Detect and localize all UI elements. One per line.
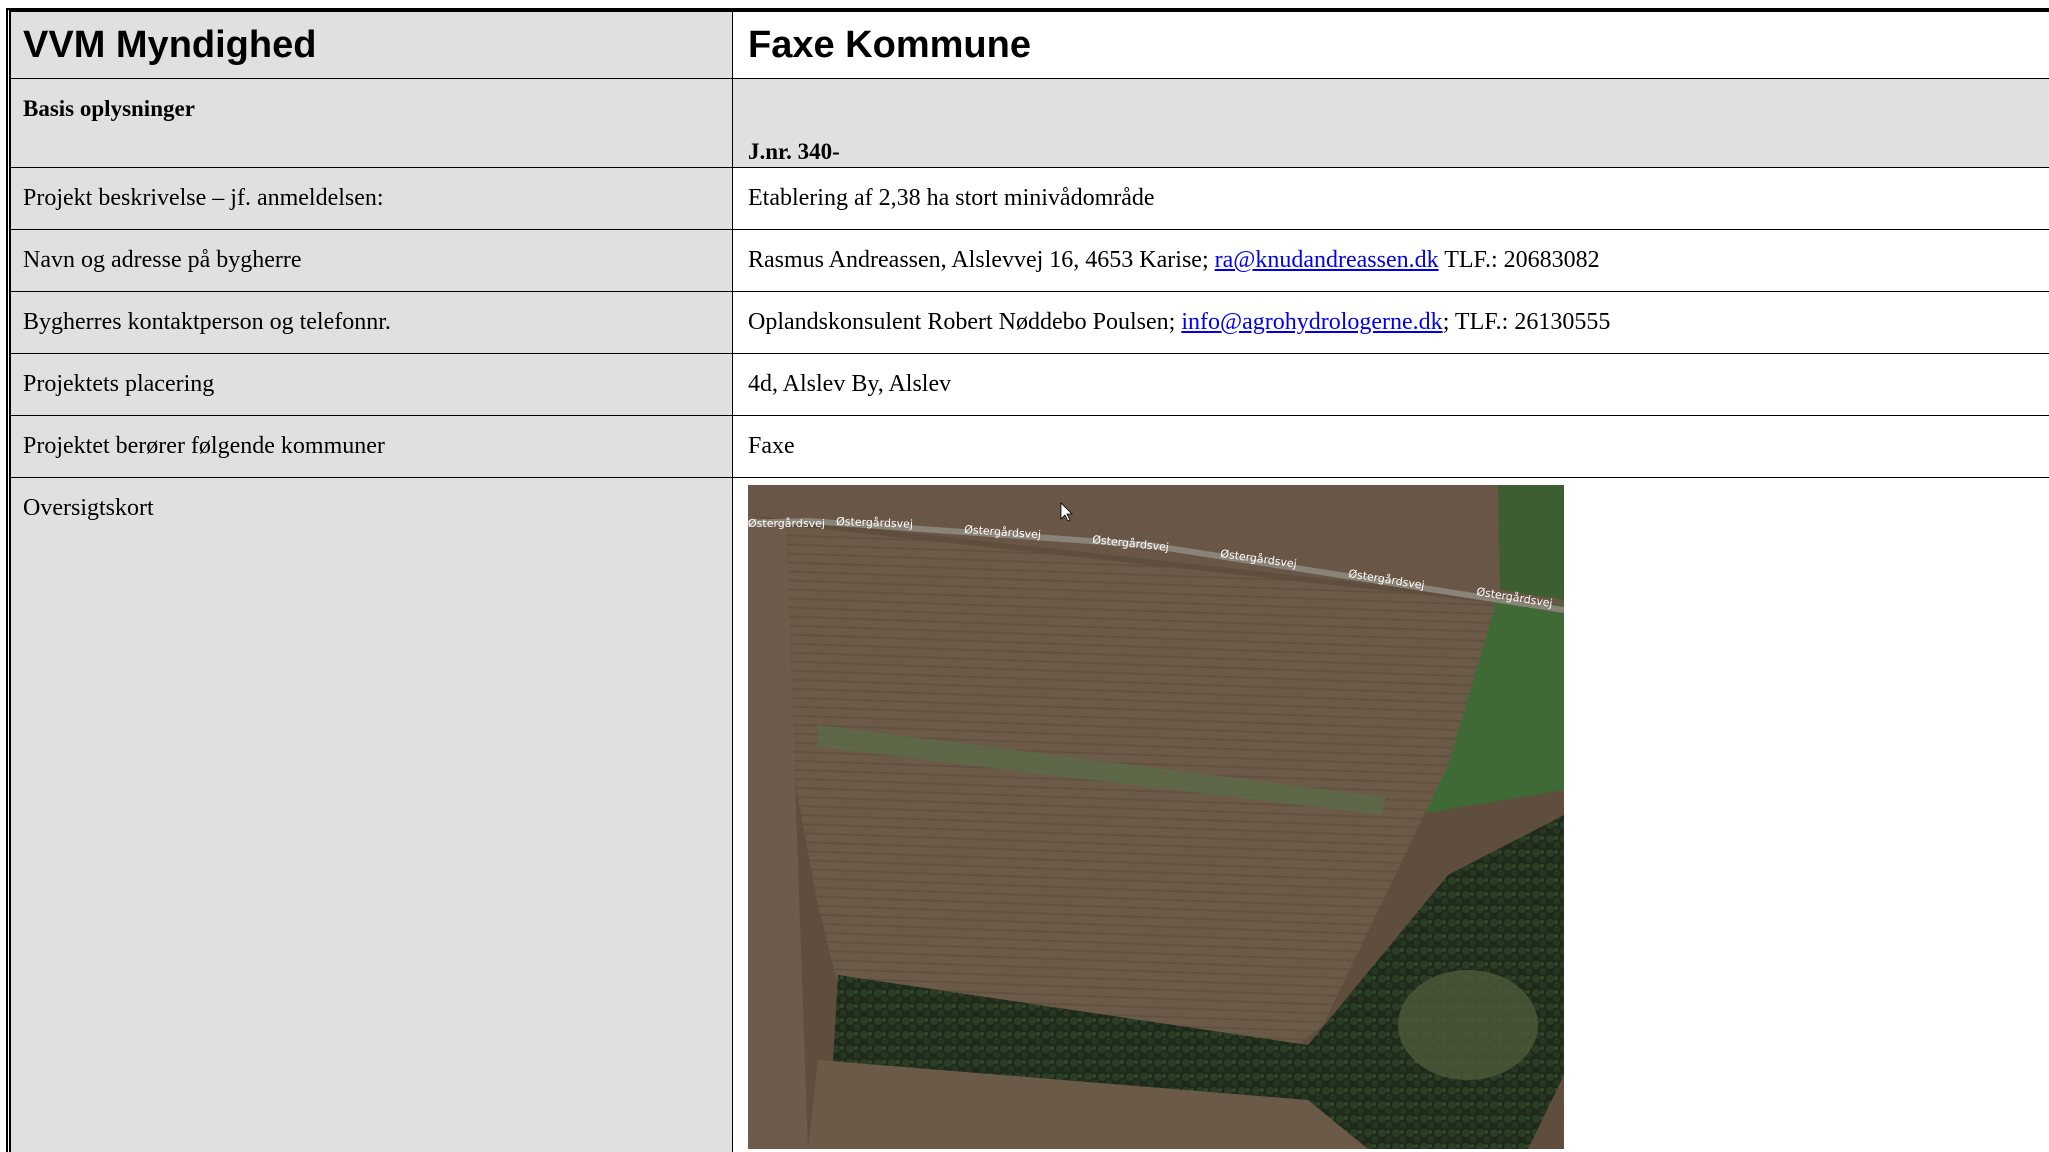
row-value: Faxe bbox=[733, 416, 2049, 477]
municipality-name: Faxe Kommune bbox=[733, 12, 2049, 78]
table-row-municipalities: Projektet berører følgende kommuner Faxe bbox=[11, 416, 2049, 478]
owner-email-link[interactable]: ra@knudandreassen.dk bbox=[1215, 247, 1439, 273]
row-label: Projektets placering bbox=[11, 354, 733, 415]
contact-email-link[interactable]: info@agrohydrologerne.dk bbox=[1181, 309, 1442, 335]
road-label: Østergårdsvej bbox=[836, 515, 913, 531]
table-row-map: Oversigtskort Østergårdsvej Østergårdsve… bbox=[11, 478, 2049, 1152]
row-value: Etablering af 2,38 ha stort minivådområd… bbox=[733, 168, 2049, 229]
contact-text: Oplandskonsulent Robert Nøddebo Poulsen; bbox=[748, 309, 1182, 335]
basis-label: Basis oplysninger bbox=[11, 79, 733, 167]
row-label: Oversigtskort bbox=[11, 478, 733, 1152]
table-row-contact: Bygherres kontaktperson og telefonnr. Op… bbox=[11, 292, 2049, 354]
row-value: 4d, Alslev By, Alslev bbox=[733, 354, 2049, 415]
journal-number: J.nr. 340- bbox=[733, 79, 2049, 167]
document-frame: VVM Myndighed Faxe Kommune Basis oplysni… bbox=[6, 8, 2049, 1152]
forest-clearing bbox=[1398, 970, 1538, 1080]
row-label: Projektet berører følgende kommuner bbox=[11, 416, 733, 477]
owner-phone: TLF.: 20683082 bbox=[1438, 247, 1600, 273]
row-value: Oplandskonsulent Robert Nøddebo Poulsen;… bbox=[733, 292, 2049, 353]
info-table: VVM Myndighed Faxe Kommune Basis oplysni… bbox=[11, 12, 2049, 1152]
row-label: Navn og adresse på bygherre bbox=[11, 230, 733, 291]
table-row-location: Projektets placering 4d, Alslev By, Alsl… bbox=[11, 354, 2049, 416]
row-label: Bygherres kontaktperson og telefonnr. bbox=[11, 292, 733, 353]
road-label: Østergårdsvej bbox=[748, 517, 825, 530]
aerial-map-image: Østergårdsvej Østergårdsvej Østergårdsve… bbox=[748, 485, 1564, 1149]
row-value: Rasmus Andreassen, Alslevvej 16, 4653 Ka… bbox=[733, 230, 2049, 291]
grass-patch-north bbox=[1498, 485, 1564, 600]
map-cell: Østergårdsvej Østergårdsvej Østergårdsve… bbox=[733, 478, 2049, 1152]
contact-phone: ; TLF.: 26130555 bbox=[1442, 309, 1611, 335]
table-row-description: Projekt beskrivelse – jf. anmeldelsen: E… bbox=[11, 168, 2049, 230]
owner-text: Rasmus Andreassen, Alslevvej 16, 4653 Ka… bbox=[748, 247, 1215, 273]
header-row: VVM Myndighed Faxe Kommune bbox=[11, 12, 2049, 79]
authority-label: VVM Myndighed bbox=[11, 12, 733, 78]
row-label: Projekt beskrivelse – jf. anmeldelsen: bbox=[11, 168, 733, 229]
basis-row: Basis oplysninger J.nr. 340- bbox=[11, 79, 2049, 168]
table-row-owner: Navn og adresse på bygherre Rasmus Andre… bbox=[11, 230, 2049, 292]
